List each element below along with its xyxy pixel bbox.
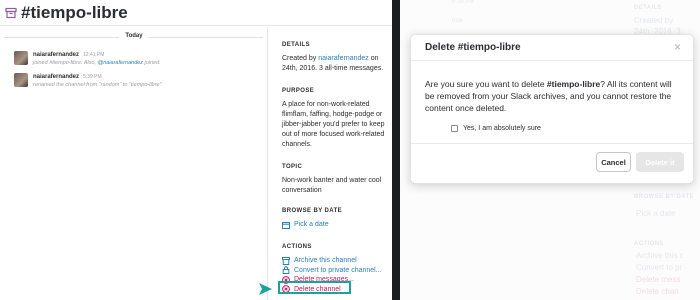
message-item: naiarafernandez 12:41 PM joined #tiempo-l…: [14, 51, 264, 71]
archive-icon: [282, 256, 290, 265]
creator-link[interactable]: naiarafernandez: [318, 55, 369, 62]
topic-line: Non-work banter and water cool: [282, 177, 382, 184]
convert-private-link[interactable]: Convert to private channel...: [282, 266, 392, 276]
avatar[interactable]: [14, 51, 28, 65]
avatar[interactable]: [14, 73, 28, 87]
modal-footer-divider: [411, 143, 693, 144]
message-text: joined #tiempo-libre. Also, @naiaraferna…: [33, 60, 161, 66]
purpose-line: channels.: [282, 141, 312, 148]
details-heading: DETAILS: [282, 42, 311, 48]
cancel-button[interactable]: Cancel: [596, 152, 631, 172]
message-author[interactable]: naiarafernandez: [33, 74, 79, 80]
delete-dialog-view: 5:39 PM now DETAILS Created by 24th, 201…: [400, 0, 700, 300]
message-pane: Today naiarafernandez 12:41 PM joined #ti…: [0, 27, 268, 300]
day-label: Today: [0, 33, 268, 39]
channel-title[interactable]: #tiempo-libre: [21, 3, 128, 23]
lock-icon: [282, 266, 290, 275]
purpose-line: out of more focused work-related: [282, 131, 385, 138]
archive-channel-link[interactable]: Archive this channel: [282, 256, 392, 266]
channel-header: #tiempo-libre: [0, 0, 392, 26]
close-icon[interactable]: ×: [674, 40, 681, 54]
modal-header: Delete #tiempo-libre ×: [411, 35, 693, 61]
archive-icon: [4, 6, 18, 20]
topic-heading: TOPIC: [282, 164, 303, 170]
purpose-line: jibber-jabber you'd prefer to keep: [282, 121, 385, 128]
pointer-arrow-icon: [259, 283, 272, 295]
browse-heading: BROWSE BY DATE: [282, 208, 343, 214]
message-item: naiarafernandez 5:39 PM renamed the chann…: [14, 73, 264, 93]
purpose-line: flimflam, faffing, hodge-podge or: [282, 111, 383, 118]
topic-line: conversation: [282, 187, 322, 194]
details-created-line2: 24th, 2016. 3 all-time messages.: [282, 65, 384, 72]
confirm-label[interactable]: Yes, I am absolutely sure: [463, 125, 541, 132]
delete-channel-highlight: [278, 281, 351, 294]
mention-link[interactable]: @naiarafernandez: [98, 60, 143, 66]
purpose-heading: PURPOSE: [282, 88, 315, 94]
message-time[interactable]: 5:39 PM: [83, 74, 102, 80]
purpose-line: A place for non-work-related: [282, 101, 370, 108]
modal-title: Delete #tiempo-libre: [425, 42, 521, 53]
confirm-checkbox-row[interactable]: Yes, I am absolutely sure: [451, 125, 541, 132]
calendar-icon: [282, 221, 290, 229]
details-created: Created by naiarafernandez on: [282, 55, 379, 62]
channel-view: #tiempo-libre Today naiarafernandez 12:41…: [0, 0, 392, 300]
delete-it-button[interactable]: Delete it: [636, 152, 684, 172]
pick-date-link[interactable]: Pick a date: [282, 220, 392, 230]
message-text: renamed the channel from "random" to "ti…: [33, 82, 162, 88]
message-time[interactable]: 12:41 PM: [83, 52, 104, 58]
panel-divider: [392, 0, 400, 300]
delete-channel-modal: Delete #tiempo-libre × Are you sure you …: [410, 34, 694, 184]
message-author[interactable]: naiarafernandez: [33, 52, 79, 58]
actions-heading: ACTIONS: [282, 244, 312, 250]
confirm-checkbox[interactable]: [451, 125, 458, 132]
modal-message: Are you sure you want to delete #tiempo-…: [425, 79, 672, 113]
